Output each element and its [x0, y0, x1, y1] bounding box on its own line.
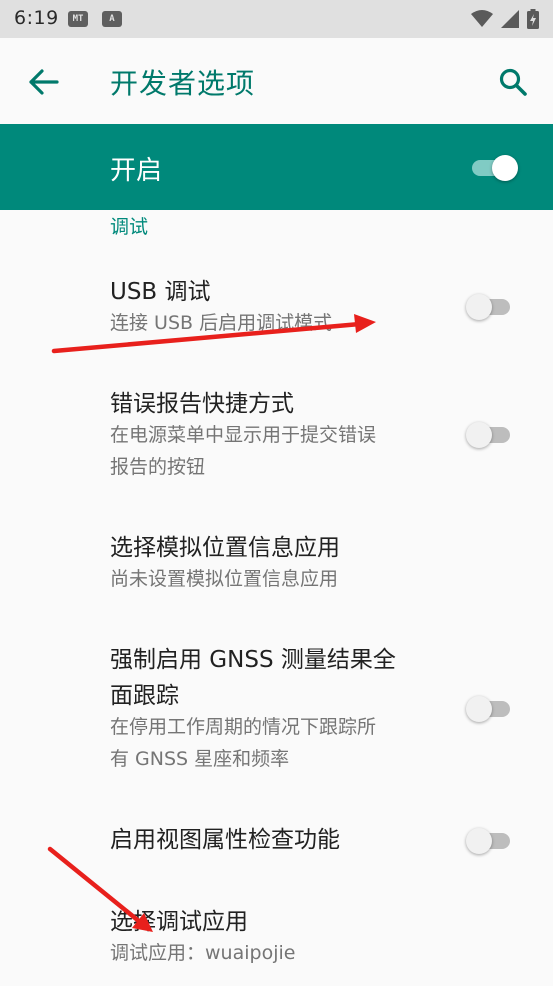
- toggle-thumb: [466, 828, 492, 854]
- pref-title: USB 调试: [110, 279, 211, 305]
- wifi-icon: [471, 10, 493, 27]
- gnss-toggle[interactable]: [466, 690, 512, 726]
- toggle-thumb: [466, 422, 492, 448]
- pref-title: 选择模拟位置信息应用: [110, 535, 340, 561]
- view-attribute-inspection-toggle[interactable]: [466, 822, 512, 858]
- pref-summary: 在电源菜单中显示用于提交错误: [110, 424, 377, 446]
- master-switch-label: 开启: [110, 156, 163, 186]
- pref-title: 错误报告快捷方式: [110, 391, 294, 417]
- status-icons: [471, 9, 539, 29]
- pref-title: 选择调试应用: [110, 909, 248, 935]
- toggle-thumb: [492, 155, 518, 181]
- back-arrow-icon: [29, 69, 59, 95]
- app-bar: 开发者选项: [0, 38, 553, 124]
- search-button[interactable]: [491, 60, 535, 104]
- bug-report-shortcut-toggle[interactable]: [466, 416, 512, 452]
- pref-title: 启用视图属性检查功能: [110, 827, 340, 853]
- mt-notification-icon: MT: [68, 11, 88, 27]
- toggle-thumb: [466, 696, 492, 722]
- page-title: 开发者选项: [110, 67, 256, 100]
- usb-debugging-toggle[interactable]: [466, 288, 512, 324]
- a-notification-icon: A: [102, 11, 122, 27]
- toggle-thumb: [466, 294, 492, 320]
- pref-summary: 调试应用：wuaipojie: [110, 942, 296, 964]
- pref-title: 强制启用 GNSS 测量结果全: [110, 647, 396, 673]
- section-header-debugging: 调试: [110, 216, 149, 238]
- master-switch-bar[interactable]: 开启: [0, 124, 553, 210]
- pref-title: 面跟踪: [110, 683, 179, 709]
- status-bar: 6:19 MT A: [0, 0, 553, 38]
- pref-summary: 连接 USB 后启用调试模式: [110, 312, 333, 334]
- pref-summary: 在停用工作周期的情况下跟踪所: [110, 716, 377, 738]
- search-icon: [499, 68, 527, 96]
- master-toggle-switch[interactable]: [470, 149, 518, 185]
- pref-summary: 有 GNSS 星座和频率: [110, 748, 290, 770]
- pref-summary: 报告的按钮: [110, 456, 206, 478]
- back-button[interactable]: [22, 60, 66, 104]
- status-time: 6:19: [14, 7, 59, 29]
- battery-icon: [527, 9, 539, 29]
- pref-summary: 尚未设置模拟位置信息应用: [110, 568, 339, 590]
- cell-signal-icon: [501, 10, 519, 28]
